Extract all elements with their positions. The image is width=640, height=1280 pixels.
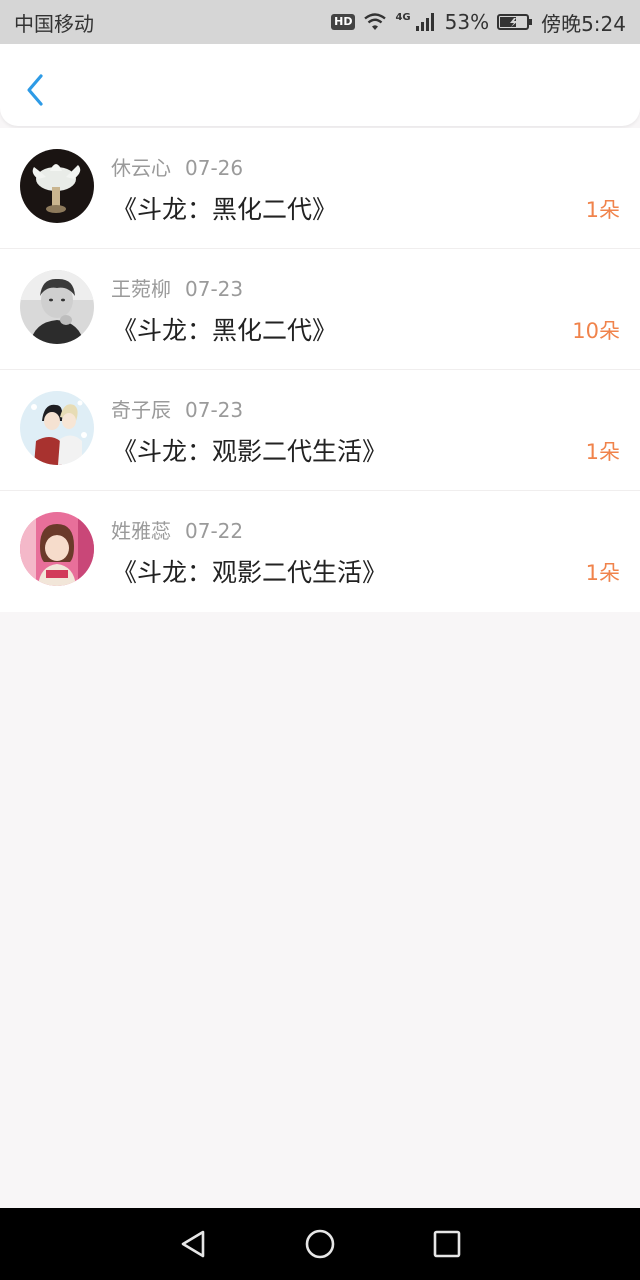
flower-count: 1朵 <box>585 440 620 464</box>
home-circle-icon <box>305 1229 335 1259</box>
record-meta: 王菀柳 07-23 <box>111 273 243 302</box>
back-button[interactable] <box>18 70 52 110</box>
app-header <box>0 44 640 126</box>
list-item[interactable]: 奇子辰 07-23 《斗龙：观影二代生活》 1朵 <box>0 370 640 491</box>
record-meta: 奇子辰 07-23 <box>111 394 243 423</box>
status-right: HD 4G 53% 傍晚5:24 <box>331 8 626 37</box>
sender-name: 奇子辰 <box>111 398 171 422</box>
recents-square-icon <box>433 1230 460 1258</box>
sender-name: 王菀柳 <box>111 277 171 301</box>
chevron-left-icon <box>27 74 43 106</box>
flower-count: 1朵 <box>585 198 620 222</box>
carrier-label: 中国移动 <box>14 11 94 36</box>
back-triangle-icon <box>182 1230 205 1258</box>
book-title: 《斗龙：观影二代生活》 <box>112 437 388 466</box>
nav-back-button[interactable] <box>165 1216 221 1272</box>
avatar[interactable] <box>20 512 94 586</box>
network-type: 4G <box>395 11 411 23</box>
nav-recents-button[interactable] <box>419 1216 475 1272</box>
list-item[interactable]: 王菀柳 07-23 《斗龙：黑化二代》 10朵 <box>0 249 640 370</box>
hd-icon: HD <box>331 14 356 30</box>
battery-icon <box>497 13 533 31</box>
status-bar: 中国移动 HD 4G 53% 傍晚5:24 <box>0 0 640 44</box>
clock: 傍晚5:24 <box>541 11 626 36</box>
avatar[interactable] <box>20 391 94 465</box>
signal-icon <box>415 12 437 32</box>
flower-count: 1朵 <box>585 561 620 585</box>
book-title: 《斗龙：黑化二代》 <box>112 316 338 345</box>
record-meta: 姓雅蕊 07-22 <box>111 515 243 544</box>
sender-name: 姓雅蕊 <box>111 519 171 543</box>
book-title: 《斗龙：黑化二代》 <box>112 195 338 224</box>
list-item[interactable]: 姓雅蕊 07-22 《斗龙：观影二代生活》 1朵 <box>0 491 640 612</box>
nav-home-button[interactable] <box>292 1216 348 1272</box>
book-title: 《斗龙：观影二代生活》 <box>112 558 388 587</box>
battery-percent: 53% <box>444 10 490 34</box>
gift-record-list: 休云心 07-26 《斗龙：黑化二代》 1朵 王菀柳 07-23 《斗龙：黑化二代》… <box>0 128 640 612</box>
flower-count: 10朵 <box>572 319 620 343</box>
status-left: 中国移动 <box>14 8 94 37</box>
record-meta: 休云心 07-26 <box>111 152 243 181</box>
avatar[interactable] <box>20 270 94 344</box>
sender-name: 休云心 <box>111 156 171 180</box>
avatar[interactable] <box>20 149 94 223</box>
system-nav-bar <box>0 1208 640 1280</box>
record-date: 07-23 <box>185 277 244 301</box>
record-date: 07-26 <box>185 156 244 180</box>
record-date: 07-23 <box>185 398 244 422</box>
list-item[interactable]: 休云心 07-26 《斗龙：黑化二代》 1朵 <box>0 128 640 249</box>
wifi-icon <box>363 12 387 32</box>
record-date: 07-22 <box>185 519 244 543</box>
